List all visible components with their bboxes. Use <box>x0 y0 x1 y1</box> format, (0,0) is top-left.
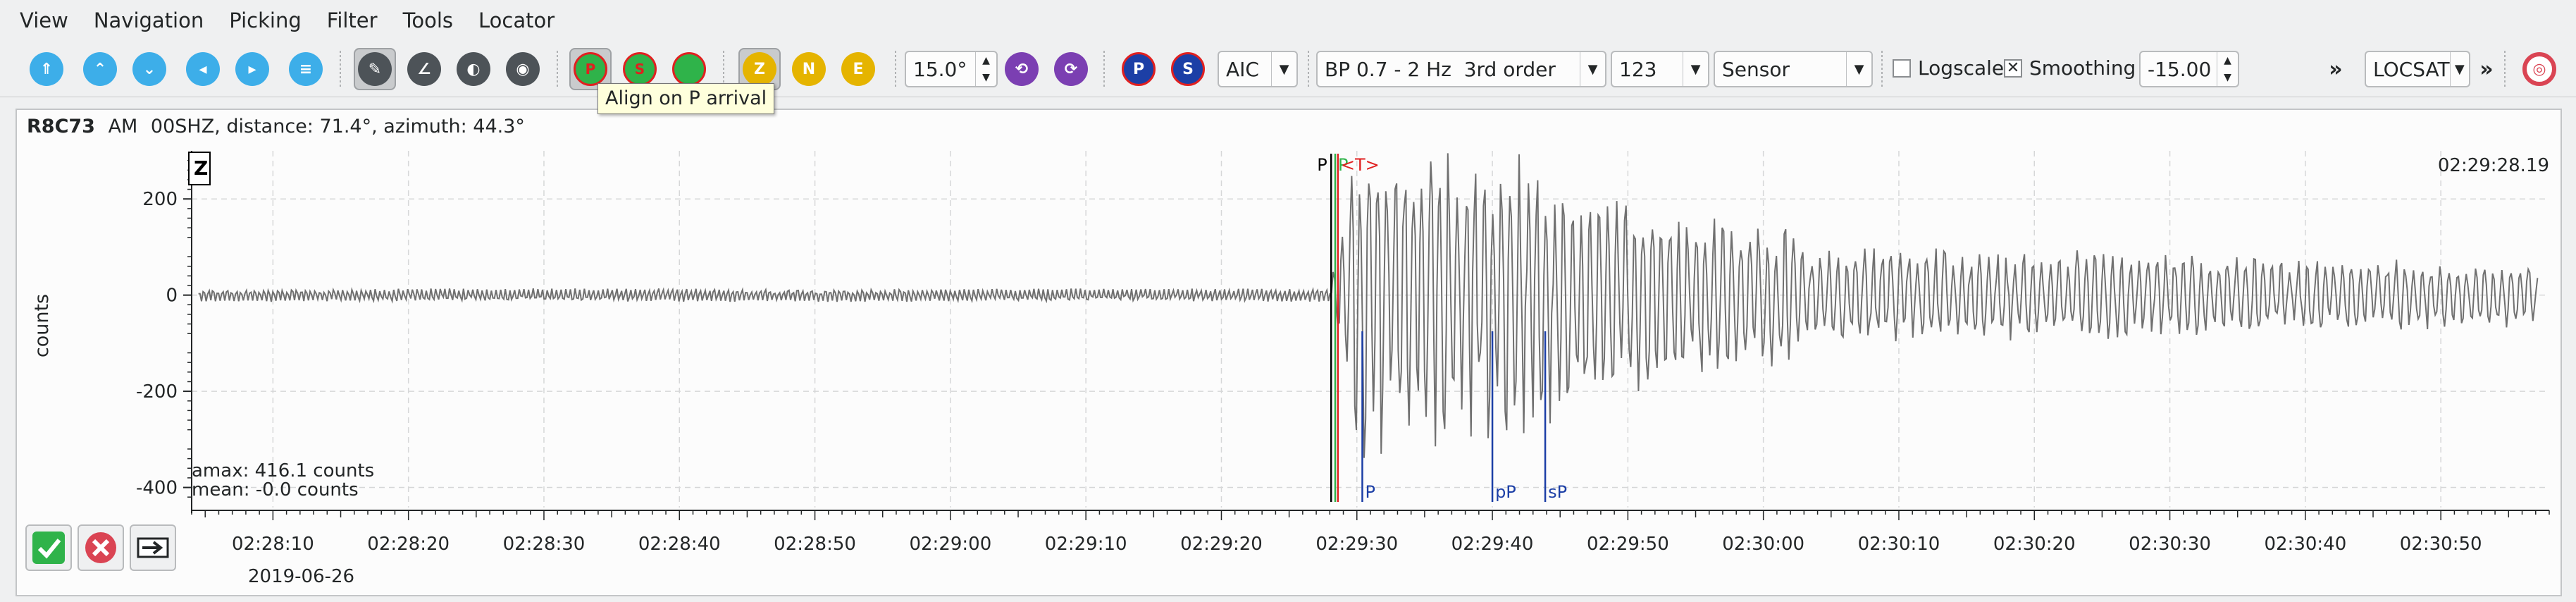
smoothing-checkbox[interactable]: ✕ Smoothing <box>2004 56 2136 80</box>
skip-button[interactable] <box>130 524 176 571</box>
home-icon[interactable]: ⇑ <box>25 48 68 90</box>
unit-value: Sensor <box>1722 57 1790 81</box>
channel-info: 00SHZ, distance: 71.4°, azimuth: 44.3° <box>150 116 525 137</box>
menu-filter[interactable]: Filter <box>314 0 390 41</box>
rotation-angle-value: 15.0° <box>913 57 967 81</box>
menu-locator[interactable]: Locator <box>466 0 567 41</box>
rotate-right-icon[interactable]: ⟳ <box>1050 48 1092 90</box>
chevron-down-icon: ▼ <box>1580 52 1605 86</box>
menu-view[interactable]: View <box>7 0 81 41</box>
component-n-button[interactable]: N <box>788 48 830 90</box>
toolbar-separator <box>557 51 558 87</box>
scroll-up-icon[interactable]: ⌃ <box>79 48 121 90</box>
reject-icon <box>85 532 116 563</box>
logscale-label: Logscale <box>1918 56 2005 80</box>
spin-arrows-icon[interactable]: ▲ ▼ <box>975 52 996 86</box>
scroll-down-icon[interactable]: ⌄ <box>128 48 171 90</box>
pick-method-value: AIC <box>1226 57 1259 81</box>
measure-tool-icon[interactable]: ∠ <box>403 48 445 90</box>
chevron-down-icon: ▼ <box>2449 52 2469 86</box>
component-e-button[interactable]: E <box>837 48 879 90</box>
toolbar-separator <box>1308 51 1309 87</box>
tooltip: Align on P arrival <box>597 83 775 114</box>
network-code: AM <box>108 116 138 137</box>
sort-icon[interactable]: ≡ <box>285 48 327 90</box>
pick-tool-icon[interactable]: ✎ <box>354 48 396 90</box>
menu-navigation[interactable]: Navigation <box>81 0 216 41</box>
menu-picking[interactable]: Picking <box>216 0 314 41</box>
rotation-combo[interactable]: 123 ▼ <box>1611 51 1709 87</box>
toolbar-separator <box>340 51 341 87</box>
reject-button[interactable] <box>78 524 124 571</box>
theoretical-s-icon[interactable]: S <box>1167 48 1209 90</box>
logscale-box <box>1893 59 1911 78</box>
chevron-down-icon: ▼ <box>1271 52 1296 86</box>
pick-method-combo[interactable]: AIC ▼ <box>1218 51 1298 87</box>
spin-arrows-icon[interactable]: ▲ ▼ <box>2217 52 2238 86</box>
toolbar-separator <box>2504 51 2506 87</box>
unit-combo[interactable]: Sensor ▼ <box>1714 51 1873 87</box>
skip-icon <box>137 537 169 558</box>
menubar: View Navigation Picking Filter Tools Loc… <box>0 0 2576 41</box>
locate-target-icon[interactable]: ◎ <box>2518 48 2560 90</box>
toolbar-overflow-icon[interactable]: » <box>2325 48 2346 90</box>
toolbar-separator <box>1103 51 1105 87</box>
locator-combo[interactable]: LOCSAT ▼ <box>2365 51 2470 87</box>
toolbar-separator <box>895 51 896 87</box>
chevron-down-icon: ▼ <box>1846 52 1871 86</box>
locator-value: LOCSAT <box>2373 57 2450 81</box>
smoothing-label: Smoothing <box>2029 56 2136 80</box>
previous-icon[interactable]: ◂ <box>182 48 224 90</box>
toolbar-separator <box>723 51 724 87</box>
filter-value: BP 0.7 - 2 Hz 3rd order <box>1325 57 1556 81</box>
spectrum-tool-icon[interactable]: ◐ <box>452 48 495 90</box>
filter-combo[interactable]: BP 0.7 - 2 Hz 3rd order ▼ <box>1316 51 1606 87</box>
rotation-angle-spinbox[interactable]: 15.0° ▲ ▼ <box>905 51 998 87</box>
record-tool-icon[interactable]: ◉ <box>502 48 544 90</box>
theoretical-p-icon[interactable]: P <box>1117 48 1160 90</box>
accept-icon <box>32 532 65 564</box>
value-spinbox[interactable]: -15.00 ▲ ▼ <box>2139 51 2239 87</box>
trace-panel <box>16 109 2562 596</box>
toolbar-separator <box>1881 51 1883 87</box>
toolbar-overflow-icon-2[interactable]: » <box>2476 48 2497 90</box>
logscale-checkbox[interactable]: Logscale <box>1893 56 2004 80</box>
menu-tools[interactable]: Tools <box>390 0 466 41</box>
chevron-down-icon: ▼ <box>1683 52 1708 86</box>
trace-header: R8C73 AM 00SHZ, distance: 71.4°, azimuth… <box>27 116 525 137</box>
station-code: R8C73 <box>27 116 95 137</box>
rotate-left-icon[interactable]: ⟲ <box>1001 48 1043 90</box>
accept-button[interactable] <box>25 524 72 571</box>
next-icon[interactable]: ▸ <box>231 48 273 90</box>
smoothing-box: ✕ <box>2004 59 2022 78</box>
value-text: -15.00 <box>2148 57 2212 81</box>
rotation-value: 123 <box>1619 57 1657 81</box>
toolbar: ⇑ ⌃ ⌄ ◂ ▸ ≡ ✎ ∠ ◐ ◉ P S Z N E 15.0° ▲ ▼ ⟲… <box>0 41 2576 97</box>
